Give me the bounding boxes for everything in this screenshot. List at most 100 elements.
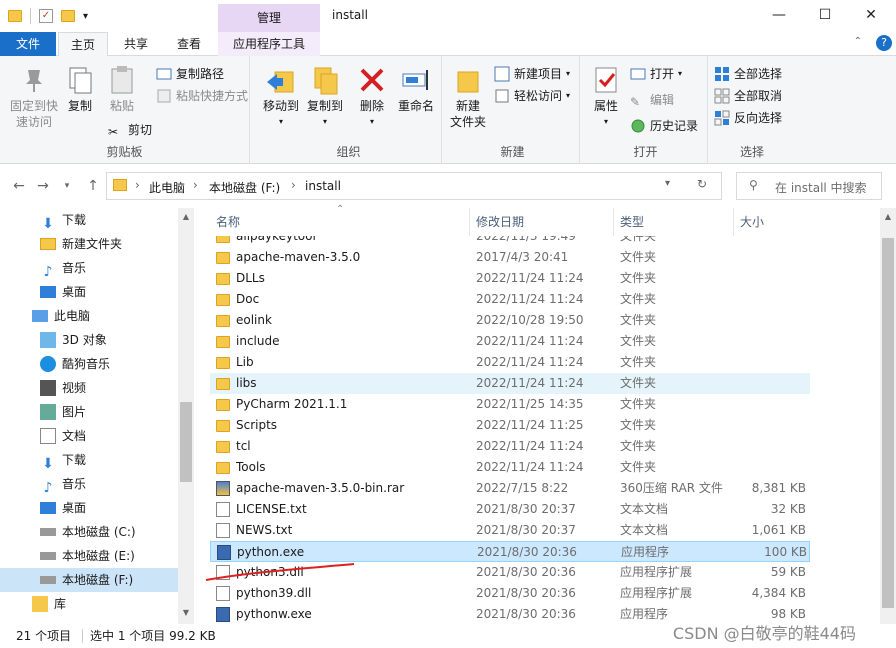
file-name: Lib (236, 355, 254, 369)
chevron-right-icon[interactable]: › (193, 178, 198, 192)
nav-item[interactable]: ♪ 音乐 (0, 472, 178, 496)
invert-selection-button[interactable]: 反向选择 (714, 108, 782, 128)
move-to-button[interactable]: 移动到 ▾ (260, 60, 302, 130)
minimize-button[interactable]: — (756, 0, 802, 32)
cut-button[interactable]: ✂ 剪切 (108, 120, 152, 140)
select-all-button[interactable]: 全部选择 (714, 64, 782, 84)
tab-view[interactable]: 查看 (164, 32, 214, 56)
file-list-scroll-thumb[interactable] (882, 238, 894, 608)
nav-item[interactable]: 库 (0, 592, 178, 616)
file-row[interactable]: apache-maven-3.5.0-bin.rar 2022/7/15 8:22… (210, 478, 810, 499)
nav-item[interactable]: 图片 (0, 400, 178, 424)
tab-file[interactable]: 文件 (0, 32, 56, 56)
nav-item[interactable]: 3D 对象 (0, 328, 178, 352)
kugou-icon (40, 356, 56, 372)
file-row[interactable]: Scripts 2022/11/24 11:25 文件夹 (210, 415, 810, 436)
new-item-button[interactable]: 新建项目 ▾ (494, 64, 570, 84)
back-arrow-icon[interactable]: ← (8, 176, 30, 196)
column-type[interactable]: 类型 (614, 208, 734, 236)
search-input[interactable]: ⚲ 在 install 中搜索 (736, 172, 882, 200)
chevron-right-icon[interactable]: › (135, 178, 140, 192)
file-row[interactable]: alipaykeytool 2022/11/3 19:49 文件夹 (210, 236, 810, 247)
forward-arrow-icon[interactable]: → (32, 176, 54, 196)
maximize-button[interactable]: ☐ (802, 0, 848, 32)
file-row[interactable]: eolink 2022/10/28 19:50 文件夹 (210, 310, 810, 331)
scroll-up-icon[interactable]: ▲ (880, 212, 896, 221)
file-row[interactable]: Lib 2022/11/24 11:24 文件夹 (210, 352, 810, 373)
nav-item-label: 库 (54, 597, 67, 611)
chevron-down-icon[interactable]: ▾ (83, 11, 88, 22)
copy-to-button[interactable]: 复制到 ▾ (304, 60, 346, 130)
properties-button[interactable]: 属性 ▾ (588, 60, 624, 130)
file-row[interactable]: LICENSE.txt 2021/8/30 20:37 文本文档 32 KB (210, 499, 810, 520)
nav-item[interactable]: 酷狗音乐 (0, 352, 178, 376)
tab-app-tools[interactable]: 应用程序工具 (218, 32, 320, 56)
paste-button[interactable]: 粘贴 (104, 60, 140, 114)
nav-item[interactable]: 本地磁盘 (F:) (0, 568, 178, 592)
nav-scroll-thumb[interactable] (180, 402, 192, 482)
address-bar[interactable]: › 此电脑 › 本地磁盘 (F:) › install ▾ ↻ (106, 172, 722, 200)
pin-quick-access-button[interactable]: 固定到快 速访问 (4, 60, 64, 130)
delete-button[interactable]: 删除 ▾ (356, 60, 388, 130)
paste-shortcut-button[interactable]: 粘贴快捷方式 (156, 86, 248, 106)
new-folder-icon[interactable] (61, 10, 75, 22)
scroll-down-icon[interactable]: ▼ (178, 608, 194, 617)
copy-path-button[interactable]: 复制路径 (156, 64, 224, 84)
file-row[interactable]: DLLs 2022/11/24 11:24 文件夹 (210, 268, 810, 289)
chevron-down-icon[interactable]: ▾ (665, 178, 670, 189)
new-folder-button[interactable]: 新建 文件夹 (448, 60, 488, 130)
python-exe-icon (216, 607, 230, 622)
scroll-up-icon[interactable]: ▲ (178, 212, 194, 221)
tab-home[interactable]: 主页 (58, 32, 108, 57)
nav-item[interactable]: 新建文件夹 (0, 232, 178, 256)
file-row[interactable]: apache-maven-3.5.0 2017/4/3 20:41 文件夹 (210, 247, 810, 268)
download-icon: ⬇ (42, 456, 54, 472)
file-row[interactable]: PyCharm 2021.1.1 2022/11/25 14:35 文件夹 (210, 394, 810, 415)
nav-item[interactable]: 本地磁盘 (C:) (0, 520, 178, 544)
breadcrumb-install[interactable]: install (305, 179, 341, 193)
nav-item[interactable]: ⬇ 下载 (0, 448, 178, 472)
easy-access-button[interactable]: 轻松访问 ▾ (494, 86, 570, 106)
up-arrow-icon[interactable]: ↑ (82, 176, 104, 196)
nav-item[interactable]: 视频 (0, 376, 178, 400)
help-icon[interactable]: ? (876, 35, 892, 51)
search-icon: ⚲ (749, 178, 758, 192)
file-row[interactable]: tcl 2022/11/24 11:24 文件夹 (210, 436, 810, 457)
folder-icon (216, 441, 230, 453)
rename-button[interactable]: 重命名 (394, 60, 438, 114)
file-row[interactable]: include 2022/11/24 11:24 文件夹 (210, 331, 810, 352)
file-row[interactable]: Tools 2022/11/24 11:24 文件夹 (210, 457, 810, 478)
nav-item[interactable]: 文档 (0, 424, 178, 448)
breadcrumb-this-pc[interactable]: 此电脑 (149, 179, 185, 196)
collapse-ribbon-icon[interactable]: ⌃ (854, 36, 862, 47)
select-none-button[interactable]: 全部取消 (714, 86, 782, 106)
nav-item[interactable]: 本地磁盘 (E:) (0, 544, 178, 568)
nav-item[interactable]: ⬇ 下载 (0, 208, 178, 232)
copy-button[interactable]: 复制 (64, 60, 96, 114)
nav-item[interactable]: 此电脑 (0, 304, 178, 328)
nav-item[interactable]: ♪ 音乐 (0, 256, 178, 280)
watermark: CSDN @白敬亭的鞋44码 (672, 624, 856, 643)
file-row[interactable]: Doc 2022/11/24 11:24 文件夹 (210, 289, 810, 310)
file-row[interactable]: NEWS.txt 2021/8/30 20:37 文本文档 1,061 KB (210, 520, 810, 541)
file-date: 2022/11/24 11:24 (476, 376, 584, 390)
properties-check-icon[interactable]: ✓ (39, 9, 53, 23)
breadcrumb-drive-f[interactable]: 本地磁盘 (F:) (209, 179, 280, 196)
edit-button[interactable]: ✎ 编辑 (630, 90, 674, 110)
file-row[interactable]: libs 2022/11/24 11:24 文件夹 (210, 373, 810, 394)
chevron-down-icon[interactable]: ▾ (56, 176, 78, 196)
column-date[interactable]: 修改日期 (470, 208, 614, 236)
file-type: 文件夹 (620, 355, 657, 369)
close-button[interactable]: ✕ (848, 0, 894, 32)
nav-item[interactable]: 桌面 (0, 280, 178, 304)
history-button[interactable]: 历史记录 (630, 116, 698, 136)
open-button[interactable]: 打开 ▾ (630, 64, 682, 84)
column-size[interactable]: 大小 (734, 208, 814, 236)
manage-context-label[interactable]: 管理 (218, 4, 320, 32)
refresh-icon[interactable]: ↻ (697, 177, 707, 191)
chevron-right-icon[interactable]: › (291, 178, 296, 192)
folder-icon[interactable] (8, 10, 22, 22)
nav-item[interactable]: 桌面 (0, 496, 178, 520)
file-date: 2022/11/24 11:24 (476, 292, 584, 306)
tab-share[interactable]: 共享 (112, 32, 160, 56)
